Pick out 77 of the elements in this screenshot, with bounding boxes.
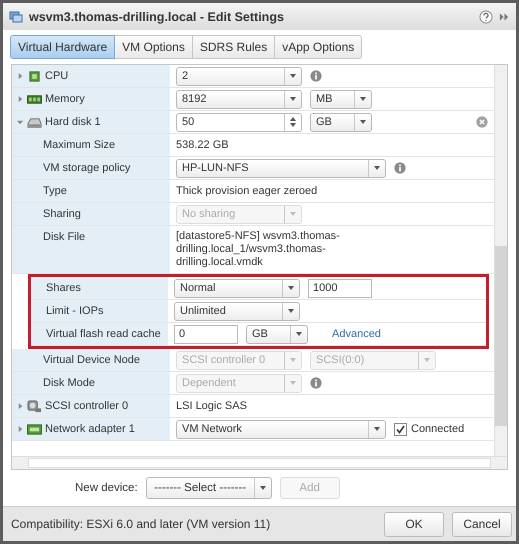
input-field[interactable]: 0 — [174, 324, 238, 344]
dropdown[interactable]: MB — [310, 90, 372, 108]
dropdown[interactable]: Unlimited — [174, 302, 300, 320]
dropdown[interactable]: Normal — [174, 278, 300, 298]
property-label: VM storage policy — [42, 162, 130, 174]
caret-icon — [290, 358, 296, 362]
tab[interactable]: Virtual Hardware — [10, 35, 116, 59]
caret-icon — [296, 332, 302, 336]
vertical-scrollbar[interactable] — [494, 65, 507, 456]
property-label: Shares — [45, 282, 81, 294]
property-label: Type — [42, 185, 67, 197]
caret-icon — [374, 166, 380, 170]
caret-icon — [424, 358, 430, 362]
spin-arrows-icon[interactable] — [290, 116, 296, 128]
property-label: SCSI controller 0 — [45, 400, 128, 412]
help-icon[interactable] — [479, 10, 493, 24]
checkbox-icon[interactable] — [394, 422, 407, 436]
caret-icon — [288, 286, 294, 290]
expand-icon[interactable] — [499, 12, 510, 22]
property-label: Hard disk 1 — [45, 116, 101, 128]
expander-icon[interactable] — [17, 403, 24, 410]
caret-icon — [288, 309, 294, 313]
spin-field[interactable]: 50 — [176, 112, 302, 132]
window-title: wsvm3.thomas-drilling.local - Edit Settings — [29, 10, 285, 24]
value-text: Thick provision eager zeroed — [176, 184, 318, 198]
property-label: Network adapter 1 — [45, 423, 135, 435]
tab[interactable]: vApp Options — [275, 35, 362, 59]
network-card-icon — [27, 423, 42, 436]
dropdown[interactable]: VM Network — [176, 420, 386, 438]
caret-icon — [290, 212, 296, 216]
input-field[interactable]: 1000 — [308, 278, 372, 298]
property-label: Disk Mode — [42, 377, 95, 389]
expander-icon[interactable] — [17, 119, 24, 126]
property-label: Maximum Size — [42, 139, 116, 151]
remove-icon[interactable] — [476, 116, 488, 128]
dropdown[interactable]: GB — [310, 112, 372, 132]
tab[interactable]: SDRS Rules — [192, 35, 276, 59]
dropdown[interactable]: HP-LUN-NFS — [176, 158, 386, 178]
cancel-button[interactable]: Cancel — [452, 512, 512, 536]
value-text: [datastore5-NFS] wsvm3.thomas-drilling.local_1/wsvm3.thomas-drilling.local.vmdk — [176, 229, 341, 270]
dropdown[interactable]: GB — [246, 324, 308, 344]
info-icon[interactable] — [310, 70, 322, 82]
expander-icon[interactable] — [17, 96, 24, 103]
value-text: LSI Logic SAS — [176, 398, 248, 414]
caret-icon — [290, 97, 296, 101]
caret-icon — [260, 486, 266, 490]
ok-button[interactable]: OK — [384, 512, 444, 536]
vm-icon — [9, 10, 23, 24]
tab[interactable]: VM Options — [115, 35, 193, 59]
property-label: Sharing — [42, 208, 81, 220]
caret-icon — [290, 381, 296, 385]
connected-checkbox[interactable]: Connected — [394, 422, 464, 436]
chip-icon — [27, 70, 42, 83]
property-label: Limit - IOPs — [45, 305, 104, 317]
info-icon[interactable] — [394, 162, 406, 174]
expander-icon[interactable] — [17, 426, 24, 433]
expander-icon[interactable] — [17, 73, 24, 80]
advanced-link[interactable]: Advanced — [332, 328, 381, 340]
dropdown[interactable]: 8192 — [176, 90, 302, 108]
caret-icon — [360, 97, 366, 101]
caret-icon — [290, 74, 296, 78]
property-label: Virtual Device Node — [42, 354, 140, 366]
property-label: Memory — [45, 93, 85, 105]
dropdown[interactable]: 2 — [176, 66, 302, 86]
info-icon[interactable] — [310, 377, 322, 389]
property-label: Virtual flash read cache — [45, 328, 161, 340]
value-text: 538.22 GB — [176, 138, 230, 152]
new-device-label: New device: — [75, 482, 138, 494]
controller-icon — [27, 400, 42, 413]
property-label: Disk File — [42, 231, 86, 243]
property-label: CPU — [45, 70, 68, 82]
horizontal-scrollbar[interactable] — [12, 456, 507, 469]
memory-icon — [27, 93, 42, 106]
caret-icon — [374, 427, 380, 431]
new-device-dropdown[interactable]: ------- Select ------- — [146, 477, 272, 499]
caret-icon — [360, 120, 366, 124]
compatibility-text: Compatibility: ESXi 6.0 and later (VM version 11) — [11, 517, 272, 531]
